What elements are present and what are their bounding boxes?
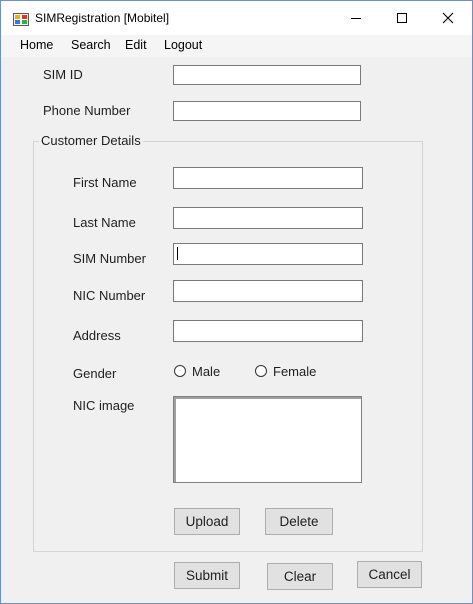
upload-button[interactable]: Upload [174,508,240,535]
close-icon [442,12,454,24]
cancel-button[interactable]: Cancel [357,561,422,588]
text-caret [177,247,178,260]
customer-details-group [33,141,423,552]
phone-number-input[interactable] [173,101,361,121]
submit-button[interactable]: Submit [174,562,240,589]
nic-image-label: NIC image [73,398,135,413]
menu-edit[interactable]: Edit [125,38,147,52]
minimize-icon [351,18,361,19]
first-name-input[interactable] [173,167,363,189]
close-button[interactable] [425,1,471,35]
female-radio[interactable] [255,365,267,377]
minimize-button[interactable] [333,1,379,35]
nic-number-label: NIC Number [73,288,146,303]
nic-number-input[interactable] [173,280,363,302]
nic-image-box-bevel [174,397,361,482]
app-window: SIMRegistration [Mobitel] Home Search Ed… [0,0,473,604]
first-name-label: First Name [73,175,137,190]
nic-image-box [173,396,362,483]
sim-id-label: SIM ID [43,67,83,82]
female-label[interactable]: Female [273,364,316,379]
address-label: Address [73,328,121,343]
maximize-icon [397,13,407,23]
maximize-button[interactable] [379,1,425,35]
male-radio[interactable] [174,365,186,377]
customer-details-title: Customer Details [39,133,143,148]
last-name-label: Last Name [73,215,136,230]
window-title: SIMRegistration [Mobitel] [35,11,170,25]
app-icon [13,13,29,26]
menu-home[interactable]: Home [20,38,53,52]
gender-label: Gender [73,366,117,381]
phone-number-label: Phone Number [43,103,131,118]
sim-number-label: SIM Number [73,251,146,266]
menu-search[interactable]: Search [71,38,111,52]
clear-button[interactable]: Clear [267,563,333,590]
address-input[interactable] [173,320,363,342]
delete-button[interactable]: Delete [265,508,333,535]
title-bar: SIMRegistration [Mobitel] [1,1,472,35]
male-label[interactable]: Male [192,364,220,379]
sim-id-input[interactable] [173,65,361,85]
sim-number-input[interactable] [173,243,363,265]
last-name-input[interactable] [173,207,363,229]
menu-bar: Home Search Edit Logout [1,35,472,57]
menu-logout[interactable]: Logout [164,38,202,52]
